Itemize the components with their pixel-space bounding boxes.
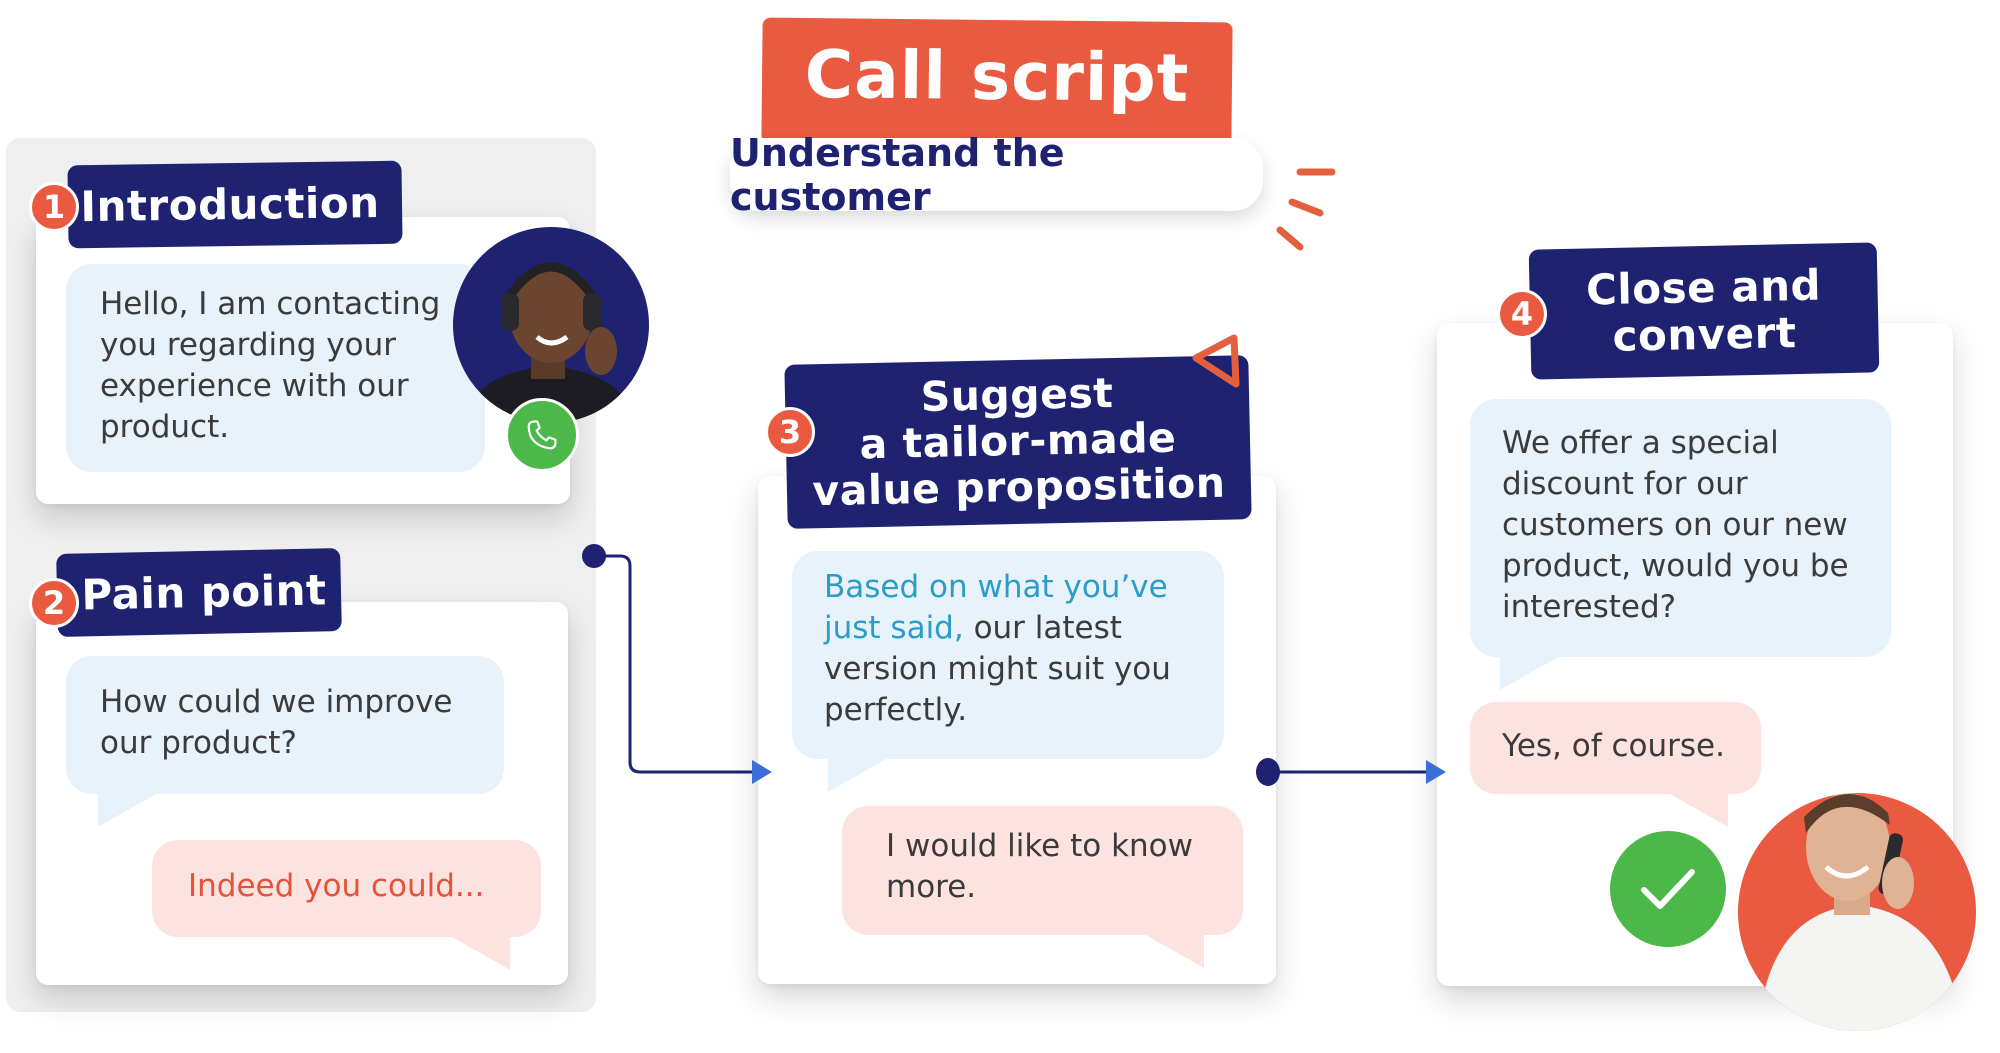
flow-connectors bbox=[582, 544, 1446, 786]
connector-step2-to-step3 bbox=[582, 544, 772, 784]
connector-step3-to-step4 bbox=[1256, 758, 1446, 786]
arrow-head-icon bbox=[752, 760, 772, 784]
arrow-head-icon bbox=[1426, 760, 1446, 784]
